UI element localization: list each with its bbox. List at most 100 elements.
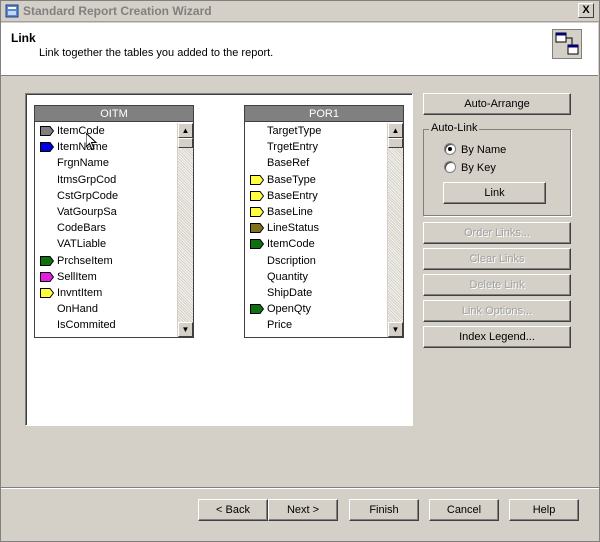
field-row[interactable]: BaseType xyxy=(245,172,388,188)
link-button[interactable]: Link xyxy=(443,182,546,204)
scroll-down-button[interactable]: ▼ xyxy=(178,322,193,337)
field-row[interactable]: CodeBars xyxy=(35,220,178,236)
link-options-button[interactable]: Link Options... xyxy=(423,300,571,322)
scrollbar[interactable]: ▲ ▼ xyxy=(177,123,193,337)
finish-button[interactable]: Finish xyxy=(349,499,419,521)
order-links-button[interactable]: Order Links... xyxy=(423,222,571,244)
field-list[interactable]: TargetType TrgetEntry BaseRef BaseType BaseE… xyxy=(245,123,388,337)
field-row[interactable]: BaseLine xyxy=(245,204,388,220)
auto-arrange-button[interactable]: Auto-Arrange xyxy=(423,93,571,115)
field-label: VATLiable xyxy=(57,238,107,251)
table-oitm[interactable]: OITM ItemCode ItemName FrgnName ItmsGrpCod C… xyxy=(34,105,194,338)
window-title: Standard Report Creation Wizard xyxy=(23,4,212,18)
field-label: PrchseItem xyxy=(57,254,113,267)
field-label: CstGrpCode xyxy=(57,189,119,202)
field-row[interactable]: ItemCode xyxy=(245,236,388,252)
field-row[interactable]: Dscription xyxy=(245,253,388,269)
auto-link-label: Auto-Link xyxy=(429,122,480,134)
scroll-up-button[interactable]: ▲ xyxy=(388,123,403,138)
scroll-thumb[interactable] xyxy=(178,138,193,148)
key-icon xyxy=(250,206,264,217)
field-row[interactable]: FrgnName xyxy=(35,155,178,171)
key-icon xyxy=(250,304,264,315)
field-label: BaseType xyxy=(267,173,316,186)
table-por1[interactable]: POR1 TargetType TrgetEntry BaseRef BaseType… xyxy=(244,105,404,338)
field-label: BaseEntry xyxy=(267,189,318,202)
field-label: VatGourpSa xyxy=(57,205,117,218)
field-label: OnHand xyxy=(57,303,98,316)
link-tables-icon xyxy=(552,29,582,59)
radio-label[interactable]: By Key xyxy=(461,161,496,175)
key-icon xyxy=(40,271,54,282)
field-label: SellItem xyxy=(57,270,97,283)
radio-circle[interactable] xyxy=(444,161,456,173)
field-row[interactable]: BaseEntry xyxy=(245,188,388,204)
field-row[interactable]: ItemCode xyxy=(35,123,178,139)
key-icon xyxy=(250,190,264,201)
field-row[interactable]: CstGrpCode xyxy=(35,188,178,204)
field-row[interactable]: ItmsGrpCod xyxy=(35,172,178,188)
radio-label[interactable]: By Name xyxy=(461,143,506,157)
field-row[interactable]: VatGourpSa xyxy=(35,204,178,220)
table-title[interactable]: OITM xyxy=(35,106,193,122)
field-label: BaseLine xyxy=(267,205,313,218)
field-row[interactable]: TargetType xyxy=(245,123,388,139)
close-button[interactable]: X xyxy=(578,3,594,18)
scroll-down-button[interactable]: ▼ xyxy=(388,322,403,337)
clear-links-button[interactable]: Clear Links xyxy=(423,248,571,270)
field-label: OpenQty xyxy=(267,303,312,316)
delete-link-button[interactable]: Delete Link xyxy=(423,274,571,296)
index-legend-button[interactable]: Index Legend... xyxy=(423,326,571,348)
key-icon xyxy=(40,142,54,153)
key-icon xyxy=(250,223,264,234)
table-title[interactable]: POR1 xyxy=(245,106,403,122)
key-icon xyxy=(40,255,54,266)
field-row[interactable]: Price xyxy=(245,317,388,333)
field-label: ItemName xyxy=(57,141,108,154)
wizard-header: Link Link together the tables you added … xyxy=(1,23,598,76)
field-label: CodeBars xyxy=(57,222,106,235)
field-list[interactable]: ItemCode ItemName FrgnName ItmsGrpCod CstGrp… xyxy=(35,123,178,337)
title-bar: Standard Report Creation Wizard X xyxy=(0,0,600,22)
page-title: Link xyxy=(11,31,36,45)
field-label: IsCommited xyxy=(57,319,116,332)
scrollbar[interactable]: ▲ ▼ xyxy=(387,123,403,337)
field-label: Dscription xyxy=(267,254,316,267)
field-row[interactable]: OnHand xyxy=(35,301,178,317)
wizard-app-icon xyxy=(5,4,19,18)
scroll-up-button[interactable]: ▲ xyxy=(178,123,193,138)
field-row[interactable]: ShipDate xyxy=(245,285,388,301)
field-label: ShipDate xyxy=(267,286,313,299)
field-label: TargetType xyxy=(267,125,322,137)
field-row[interactable]: VATLiable xyxy=(35,236,178,252)
field-row[interactable]: Quantity xyxy=(245,269,388,285)
key-icon xyxy=(40,287,54,298)
scroll-thumb[interactable] xyxy=(388,138,403,148)
field-label: ItemCode xyxy=(267,238,315,251)
field-row[interactable]: IsCommited xyxy=(35,317,178,333)
key-icon xyxy=(250,239,264,250)
field-label: ItmsGrpCod xyxy=(57,173,117,186)
field-row[interactable]: LineStatus xyxy=(245,220,388,236)
field-label: TrgetEntry xyxy=(267,141,318,154)
radio-circle[interactable] xyxy=(444,143,456,155)
field-row[interactable]: OpenQty xyxy=(245,301,388,317)
cancel-button[interactable]: Cancel xyxy=(429,499,499,521)
help-button[interactable]: Help xyxy=(509,499,579,521)
mouse-cursor-icon xyxy=(86,133,98,151)
link-canvas[interactable]: OITM ItemCode ItemName FrgnName ItmsGrpCod C… xyxy=(25,93,413,426)
field-row[interactable]: ItemName xyxy=(35,139,178,155)
field-row[interactable]: TrgetEntry xyxy=(245,139,388,155)
field-label: Quantity xyxy=(267,270,308,283)
field-row[interactable]: InvntItem xyxy=(35,285,178,301)
field-label: FrgnName xyxy=(57,157,109,170)
field-row[interactable]: SellItem xyxy=(35,269,178,285)
auto-link-group: Auto-Link By Name By Key Link xyxy=(423,122,571,216)
radio-selected-dot xyxy=(448,147,452,151)
field-row[interactable]: BaseRef xyxy=(245,155,388,171)
back-button[interactable]: < Back xyxy=(198,499,268,521)
next-button[interactable]: Next > xyxy=(268,499,338,521)
field-row[interactable]: PrchseItem xyxy=(35,253,178,269)
field-label: Price xyxy=(267,319,293,332)
field-label: BaseRef xyxy=(267,157,310,170)
